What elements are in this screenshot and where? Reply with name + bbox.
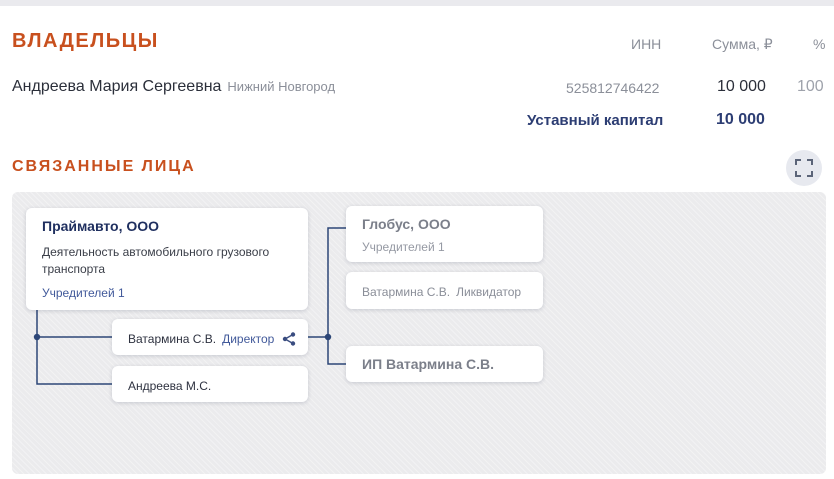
person-card-director[interactable]: Ватармина С.В. Директор	[112, 319, 308, 355]
entrepreneur-name[interactable]: ИП Ватармина С.В.	[362, 356, 527, 372]
company-name[interactable]: Праймавто, ООО	[42, 218, 292, 234]
owner-name[interactable]: Андреева Мария Сергеевна	[12, 78, 221, 95]
relations-graph[interactable]: Праймавто, ООО Деятельность автомобильно…	[12, 192, 826, 474]
linked-person-card[interactable]: Ватармина С.В. Ликвидатор	[346, 272, 543, 309]
person-name[interactable]: Андреева М.С.	[128, 379, 211, 393]
capital-value: 10 000	[716, 111, 765, 128]
owners-heading: ВЛАДЕЛЬЦЫ	[12, 30, 159, 52]
column-inn: ИНН	[631, 36, 662, 52]
person-role: Директор	[222, 332, 275, 346]
owner-row[interactable]: Андреева Мария Сергеевна Нижний Новгород	[12, 78, 335, 96]
entrepreneur-card[interactable]: ИП Ватармина С.В.	[346, 346, 543, 382]
linked-person-name[interactable]: Ватармина С.В.	[362, 285, 450, 299]
expand-icon	[795, 159, 813, 177]
owner-city: Нижний Новгород	[227, 79, 336, 94]
person-name[interactable]: Ватармина С.В.	[128, 332, 216, 346]
owner-inn: 525812746422	[566, 80, 660, 96]
company-founders[interactable]: Учредителей 1	[42, 286, 292, 300]
linked-company-founders[interactable]: Учредителей 1	[362, 240, 527, 254]
share-icon[interactable]	[282, 332, 296, 346]
column-sum: Сумма, ₽	[712, 36, 773, 52]
company-activity: Деятельность автомобильного грузового тр…	[42, 245, 270, 276]
company-card[interactable]: Праймавто, ООО Деятельность автомобильно…	[26, 208, 308, 310]
person-card-founder[interactable]: Андреева М.С.	[112, 366, 308, 402]
owner-sum: 10 000	[717, 78, 766, 95]
top-divider	[0, 0, 834, 6]
expand-button[interactable]	[786, 150, 822, 186]
linked-company-name[interactable]: Глобус, ООО	[362, 216, 527, 232]
linked-person-role: Ликвидатор	[456, 285, 522, 299]
owner-percent: 100	[797, 78, 824, 95]
capital-label: Уставный капитал	[527, 112, 664, 129]
column-percent: %	[813, 36, 826, 52]
linked-company-card[interactable]: Глобус, ООО Учредителей 1	[346, 206, 543, 262]
related-heading: СВЯЗАННЫЕ ЛИЦА	[12, 158, 196, 175]
